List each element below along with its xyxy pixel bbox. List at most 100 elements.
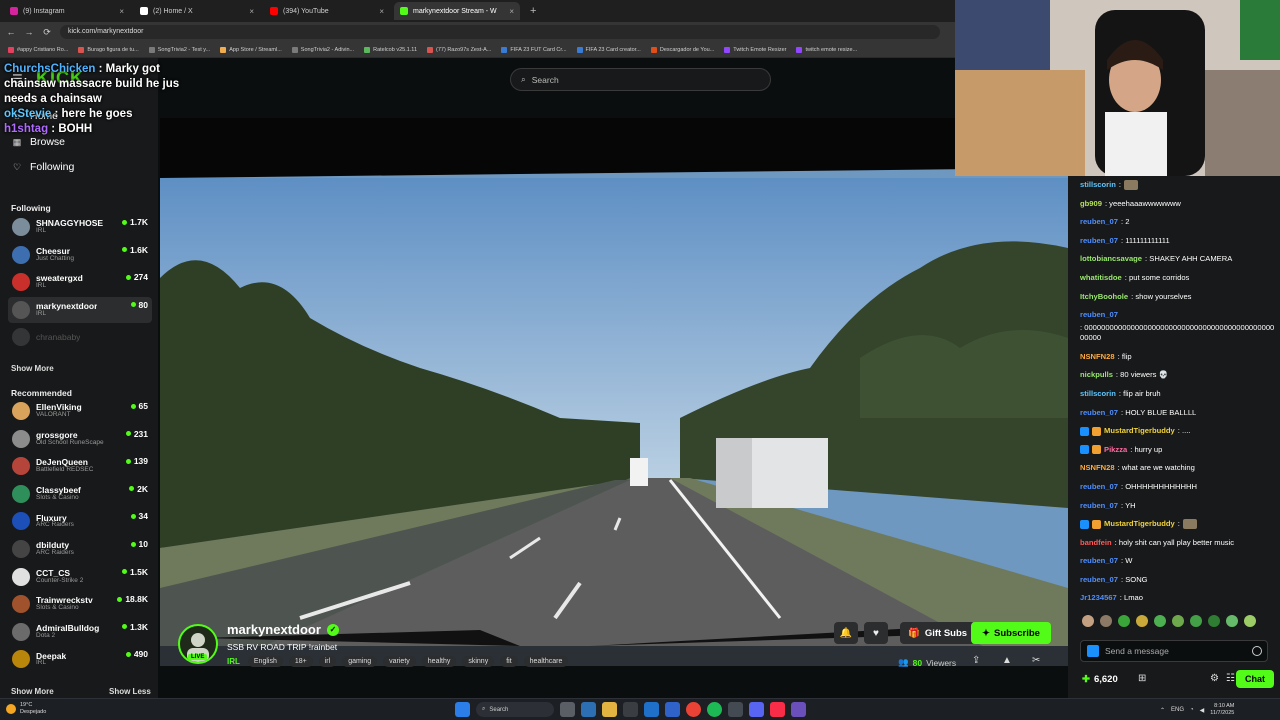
chat-username[interactable]: Jr1234567	[1080, 593, 1117, 603]
emote-icon[interactable]	[1244, 615, 1256, 627]
bookmark[interactable]: SongTrivia2 - Adivin...	[291, 46, 354, 53]
close-tab-icon[interactable]: ×	[249, 7, 254, 16]
back-icon[interactable]: ←	[6, 27, 16, 37]
sidebar-channel[interactable]: Deepak IRL 490	[8, 646, 152, 672]
close-tab-icon[interactable]: ×	[119, 7, 124, 16]
sidebar-channel[interactable]: chranababy	[8, 324, 152, 350]
tray-chevron-icon[interactable]: ⌃	[1160, 707, 1165, 714]
show-more-recommended[interactable]: Show More	[11, 687, 54, 696]
chat-badge-icon[interactable]	[1092, 445, 1101, 455]
chat-username[interactable]: NSNFN28	[1080, 352, 1115, 362]
sidebar-channel[interactable]: sweatergxd IRL 274	[8, 269, 152, 295]
sidebar-channel[interactable]: Trainwreckstv Slots & Casino 18.8K	[8, 591, 152, 617]
bookmark[interactable]: #appy Cristiano Ro...	[8, 46, 68, 53]
windows-start-icon[interactable]	[455, 702, 470, 717]
chat-username[interactable]: reuben_07	[1080, 501, 1118, 511]
bookmark[interactable]: (77) Razo97s Zest-A...	[427, 46, 491, 53]
store-icon[interactable]	[623, 702, 638, 717]
gift-chat-icon[interactable]: ⊞	[1138, 673, 1146, 684]
stream-tag[interactable]: English	[247, 656, 283, 667]
sidebar-channel[interactable]: CCT_CS Counter-Strike 2 1.5K	[8, 564, 152, 590]
bookmark[interactable]: FIFA 23 FUT Card Cr...	[501, 46, 567, 53]
chat-username[interactable]: reuben_07	[1080, 408, 1118, 418]
spotify-icon[interactable]	[707, 702, 722, 717]
sidebar-channel[interactable]: Classybeef Slots & Casino 2K	[8, 481, 152, 507]
clip-icon[interactable]: ✂	[1032, 655, 1040, 666]
chat-username[interactable]: reuben_07	[1080, 310, 1118, 320]
stream-tag[interactable]: fit	[500, 656, 518, 667]
show-more-following[interactable]: Show More	[11, 364, 54, 373]
bookmark[interactable]: SongTrivia2 - Test y...	[148, 46, 210, 53]
sidebar-channel[interactable]: Fluxury ARC Raiders 34	[8, 508, 152, 534]
forward-icon[interactable]: →	[24, 27, 34, 37]
chat-username[interactable]: lottobiancsavage	[1080, 254, 1142, 264]
obs-icon[interactable]	[728, 702, 743, 717]
bookmark[interactable]: FIFA 23 Card creator...	[576, 46, 641, 53]
app-icon-2[interactable]	[791, 702, 806, 717]
stream-tag[interactable]: skinny	[462, 656, 495, 667]
emote-icon[interactable]	[1100, 615, 1112, 627]
settings-icon[interactable]: ⚙	[1210, 673, 1219, 684]
clock[interactable]: 8:10 AM 11/7/2025	[1210, 703, 1234, 717]
chat-username[interactable]: Pikzza	[1104, 445, 1127, 455]
new-tab-button[interactable]: +	[524, 5, 542, 17]
chat-badge-icon[interactable]	[1080, 445, 1089, 455]
gift-subs-button[interactable]: 🎁 Gift Subs	[900, 622, 976, 644]
emote-icon[interactable]	[1136, 615, 1148, 627]
chrome-icon[interactable]	[686, 702, 701, 717]
chat-username[interactable]: gb909	[1080, 199, 1102, 209]
stream-tag[interactable]: variety	[383, 656, 416, 667]
share-icon[interactable]: ⇪	[972, 655, 980, 666]
edge-icon[interactable]	[581, 702, 596, 717]
sidebar-channel[interactable]: DeJenQueen Battlefield REDSEC 139	[8, 453, 152, 479]
bookmark[interactable]: Twitch Emote Resizer	[724, 46, 786, 53]
close-tab-icon[interactable]: ×	[379, 7, 384, 16]
browser-tab[interactable]: (394) YouTube ×	[264, 2, 390, 20]
kick-emote-icon[interactable]	[1087, 645, 1099, 657]
taskbar-search[interactable]: ⌕ Search	[476, 702, 554, 717]
discord-icon[interactable]	[749, 702, 764, 717]
emote-icon[interactable]	[1226, 615, 1238, 627]
sidebar-channel[interactable]: EllenViking VALORANT 65	[8, 398, 152, 424]
emote-icon[interactable]	[1190, 615, 1202, 627]
subscribe-button[interactable]: ✦ Subscribe	[971, 622, 1051, 644]
chat-badge-icon[interactable]	[1092, 426, 1101, 436]
chat-username[interactable]: reuben_07	[1080, 575, 1118, 585]
chat-username[interactable]: reuben_07	[1080, 482, 1118, 492]
chat-username[interactable]: NSNFN28	[1080, 463, 1115, 473]
chat-username[interactable]: nickpulls	[1080, 370, 1113, 380]
file-explorer-icon[interactable]	[602, 702, 617, 717]
emote-icon[interactable]	[1082, 615, 1094, 627]
sidebar-channel[interactable]: Cheesur Just Chatting 1.6K	[8, 242, 152, 268]
video-player[interactable]	[160, 118, 1068, 666]
url-field[interactable]: kick.com/markynextdoor	[60, 25, 940, 39]
sidebar-channel[interactable]: SHNAGGYHOSE IRL 1.7K	[8, 214, 152, 240]
bookmark[interactable]: Descargador de You...	[650, 46, 714, 53]
music-icon[interactable]	[770, 702, 785, 717]
chat-username[interactable]: reuben_07	[1080, 236, 1118, 246]
chat-input[interactable]: Send a message	[1080, 640, 1268, 662]
volume-icon[interactable]: ◀	[1200, 707, 1205, 714]
report-icon[interactable]: ▲	[1002, 655, 1012, 666]
chat-username[interactable]: bandfein	[1080, 538, 1112, 548]
bookmark[interactable]: App Store / Streaml...	[220, 46, 282, 53]
chat-username[interactable]: MustardTigerbuddy	[1104, 426, 1175, 436]
browser-tab[interactable]: markynextdoor Stream - W ×	[394, 2, 520, 20]
nav-following[interactable]: ♡ Following	[12, 161, 74, 173]
streamer-name[interactable]: markynextdoor	[227, 622, 321, 637]
bookmark[interactable]: Ratelcob v25.1.11	[364, 46, 417, 53]
stream-tag[interactable]: irl	[318, 656, 337, 667]
emote-icon[interactable]	[1172, 615, 1184, 627]
show-less-recommended[interactable]: Show Less	[109, 687, 151, 696]
stream-tag[interactable]: healthy	[421, 656, 457, 667]
channel-points[interactable]: ✚ 6,620	[1082, 674, 1118, 685]
mail-icon[interactable]	[644, 702, 659, 717]
chat-badge-icon[interactable]	[1080, 426, 1089, 436]
weather-widget[interactable]: 19°C Despejado	[6, 702, 46, 716]
emote-icon[interactable]	[1154, 615, 1166, 627]
widgets-icon[interactable]	[560, 702, 575, 717]
chat-badge-icon[interactable]	[1092, 519, 1101, 529]
browser-tab[interactable]: (2) Home / X ×	[134, 2, 260, 20]
bookmark[interactable]: twitch emote resize...	[796, 46, 857, 53]
follow-heart-icon[interactable]: ♥	[864, 622, 888, 644]
